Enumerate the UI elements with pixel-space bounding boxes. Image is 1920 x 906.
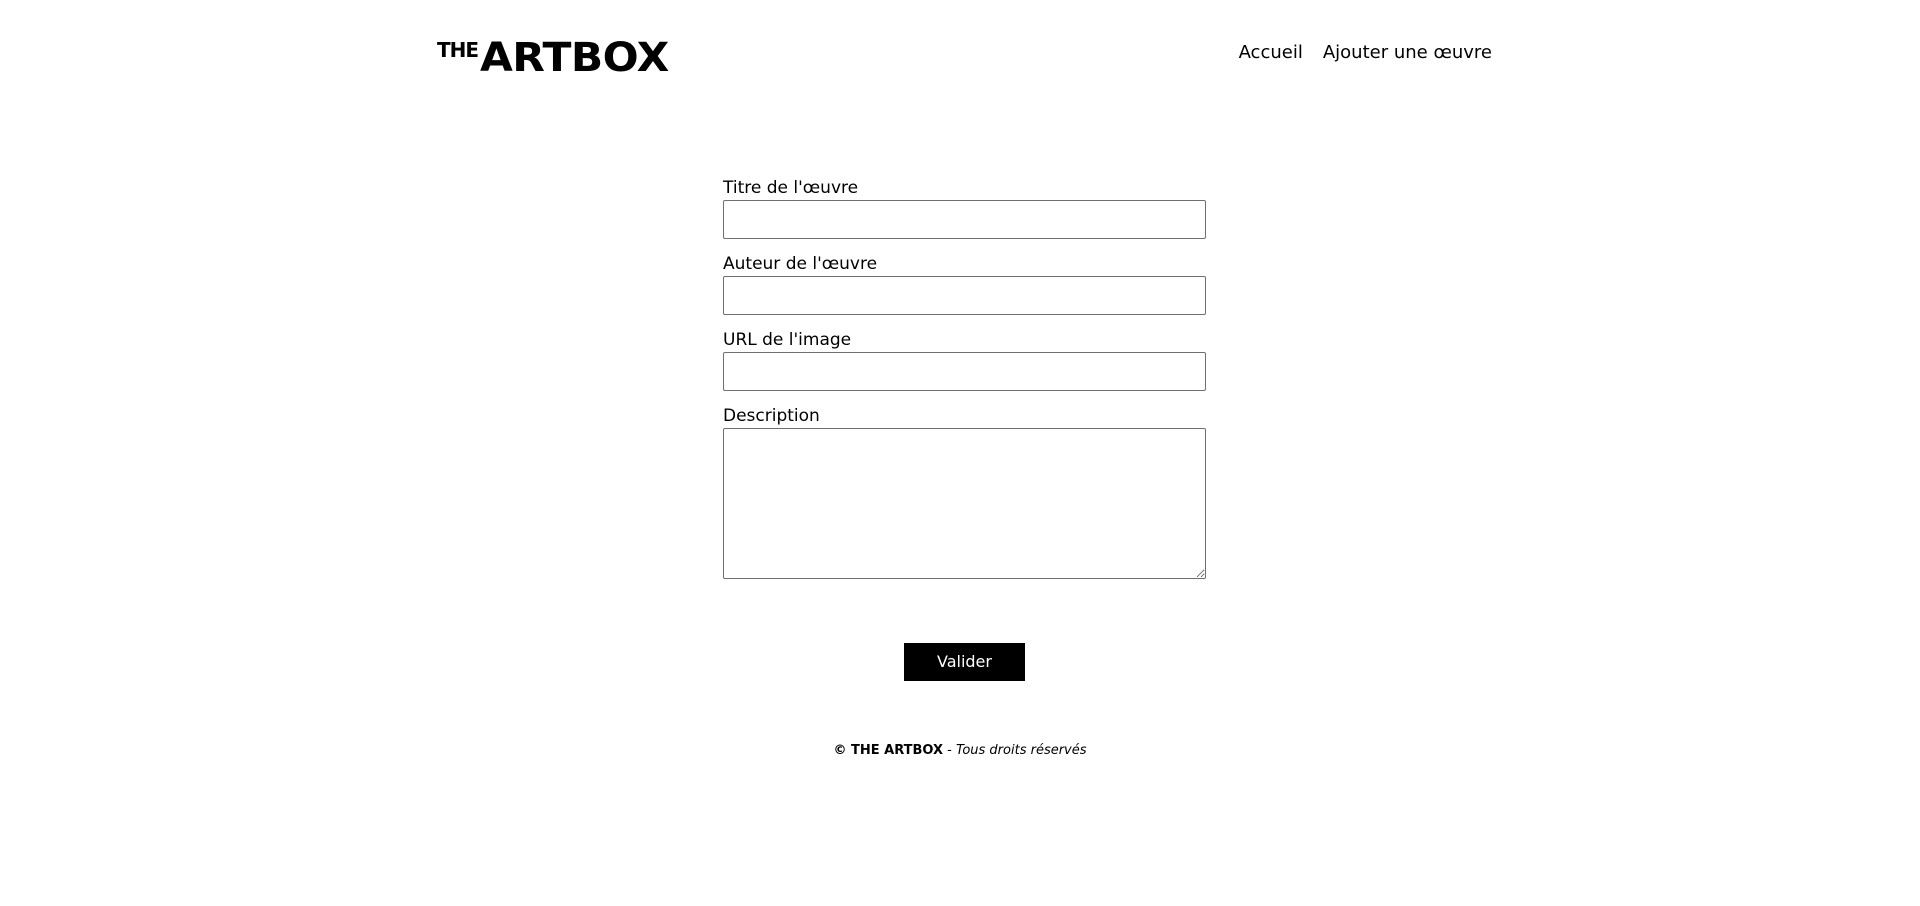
submit-button[interactable]: Valider (904, 643, 1025, 681)
site-footer: © THE ARTBOX - Tous droits réservés (0, 741, 1920, 761)
logo-artbox-text: ARTBOX (480, 35, 669, 81)
description-textarea[interactable] (723, 428, 1206, 579)
image-url-label: URL de l'image (723, 330, 852, 350)
nav-link-accueil[interactable]: Accueil (1239, 41, 1303, 65)
author-label: Auteur de l'œuvre (723, 254, 878, 274)
image-url-field-group: URL de l'image (723, 328, 1206, 391)
author-field-group: Auteur de l'œuvre (723, 252, 1206, 315)
description-field-group: Description (723, 404, 1206, 579)
title-input[interactable] (723, 200, 1206, 239)
nav-link-ajouter-oeuvre[interactable]: Ajouter une œuvre (1323, 41, 1492, 65)
title-label: Titre de l'œuvre (723, 178, 859, 198)
footer-separator: - (943, 743, 956, 758)
artbox-logo[interactable]: THE ARTBOX (437, 38, 669, 78)
logo-the-text: THE (437, 38, 479, 62)
site-header: THE ARTBOX Accueil Ajouter une œuvre (0, 0, 1920, 110)
footer-brand: © THE ARTBOX (833, 743, 944, 758)
main-nav: Accueil Ajouter une œuvre (1239, 41, 1492, 65)
title-field-group: Titre de l'œuvre (723, 176, 1206, 239)
footer-rights: Tous droits réservés (956, 743, 1087, 758)
add-artwork-form: Titre de l'œuvre Auteur de l'œuvre URL d… (723, 176, 1206, 592)
description-label: Description (723, 406, 820, 426)
author-input[interactable] (723, 276, 1206, 315)
image-url-input[interactable] (723, 352, 1206, 391)
